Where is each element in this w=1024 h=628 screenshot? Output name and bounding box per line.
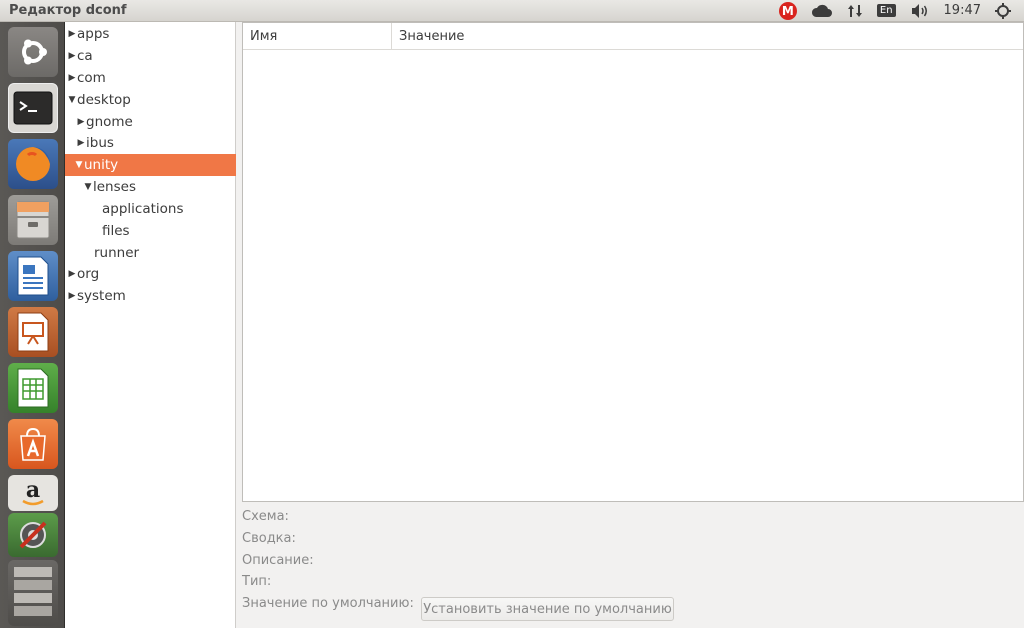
description-label: Описание:: [242, 552, 314, 568]
launcher-item-calc[interactable]: [8, 363, 58, 413]
tree-item-label: ibus: [86, 135, 114, 151]
tree-item-lenses[interactable]: ▼ lenses: [65, 176, 236, 198]
network-indicator[interactable]: [840, 0, 870, 22]
launcher-item-files[interactable]: [8, 195, 58, 245]
schema-tree: ▶ apps ▶ ca ▶ com ▼ desktop ▶ gnome ▶ ibus ▼ un…: [65, 22, 236, 628]
launcher-item-software-center[interactable]: [8, 419, 58, 469]
network-updown-icon: [847, 4, 862, 17]
sound-indicator[interactable]: [903, 0, 937, 22]
tree-item-runner[interactable]: runner: [65, 242, 236, 264]
mega-indicator[interactable]: M: [772, 0, 804, 22]
tree-item-label: gnome: [86, 114, 133, 130]
libreoffice-impress-icon: [17, 312, 49, 352]
tree-item-label: org: [77, 266, 100, 282]
launcher-item-trash[interactable]: [8, 560, 58, 626]
file-manager-icon: [16, 201, 50, 239]
tree-item-files[interactable]: files: [65, 220, 236, 242]
window-title: Редактор dconf: [9, 3, 127, 18]
tree-item-label: com: [77, 70, 106, 86]
expander-down-icon[interactable]: ▼: [74, 160, 84, 170]
trash-icon: [14, 567, 52, 616]
volume-icon: [911, 3, 927, 18]
column-header-name[interactable]: Имя: [243, 23, 392, 49]
tree-item-gnome[interactable]: ▶ gnome: [65, 111, 236, 133]
launcher-item-writer[interactable]: [8, 251, 58, 301]
firefox-icon: [16, 147, 50, 181]
schema-label: Схема:: [242, 508, 289, 524]
tree-item-org[interactable]: ▶ org: [65, 263, 236, 285]
ubuntu-dash-icon: [22, 39, 47, 65]
tree-item-com[interactable]: ▶ com: [65, 67, 236, 89]
tree-item-ibus[interactable]: ▶ ibus: [65, 132, 236, 154]
terminal-icon: [13, 91, 53, 125]
mega-icon: M: [778, 1, 797, 20]
amazon-icon: a: [22, 477, 44, 506]
keys-list[interactable]: Имя Значение: [242, 22, 1024, 502]
svg-text:a: a: [26, 477, 40, 503]
tree-item-apps[interactable]: ▶ apps: [65, 23, 236, 45]
cloud-indicator[interactable]: [804, 0, 840, 22]
expander-right-icon[interactable]: ▶: [76, 117, 86, 127]
tree-item-label: unity: [84, 157, 119, 173]
launcher-item-dash[interactable]: [8, 27, 58, 77]
tree-item-label: lenses: [93, 179, 136, 195]
tree-item-system[interactable]: ▶ system: [65, 285, 236, 307]
launcher-item-impress[interactable]: [8, 307, 58, 357]
software-center-icon: [20, 427, 46, 461]
expander-down-icon[interactable]: ▼: [67, 95, 77, 105]
expander-right-icon[interactable]: ▶: [76, 138, 86, 148]
tree-item-unity[interactable]: ▼ unity: [65, 154, 236, 176]
summary-label: Сводка:: [242, 530, 296, 546]
cloud-icon: [811, 4, 832, 17]
libreoffice-writer-icon: [17, 256, 49, 296]
clock-indicator[interactable]: 19:47: [937, 0, 988, 22]
tree-item-label: runner: [94, 245, 140, 261]
tree-item-desktop[interactable]: ▼ desktop: [65, 89, 236, 111]
clock-text: 19:47: [943, 3, 981, 18]
tree-item-label: files: [102, 223, 130, 239]
expander-right-icon[interactable]: ▶: [67, 51, 77, 61]
top-panel: Редактор dconf M En 19:47: [0, 0, 1024, 22]
launcher: a: [0, 22, 65, 628]
launcher-item-firefox[interactable]: [8, 139, 58, 189]
keyboard-indicator[interactable]: En: [870, 0, 903, 22]
gear-power-icon: [995, 2, 1011, 19]
system-tray: M En 19:47: [772, 0, 1024, 22]
set-default-button[interactable]: Установить значение по умолчанию: [421, 597, 674, 621]
tree-item-label: ca: [77, 48, 93, 64]
column-header-value[interactable]: Значение: [392, 23, 1023, 49]
keyboard-layout-icon: En: [876, 4, 896, 17]
expander-down-icon[interactable]: ▼: [83, 182, 93, 192]
libreoffice-calc-icon: [17, 368, 49, 408]
tree-item-ca[interactable]: ▶ ca: [65, 45, 236, 67]
launcher-item-settings[interactable]: [8, 513, 58, 557]
tree-item-applications[interactable]: applications: [65, 198, 236, 220]
type-label: Тип:: [242, 573, 272, 589]
launcher-item-terminal[interactable]: [8, 83, 58, 133]
launcher-item-amazon[interactable]: a: [8, 475, 58, 511]
session-indicator[interactable]: [988, 0, 1018, 22]
expander-right-icon[interactable]: ▶: [67, 29, 77, 39]
system-settings-icon: [19, 521, 47, 549]
expander-right-icon[interactable]: ▶: [67, 73, 77, 83]
tree-item-label: desktop: [77, 92, 131, 108]
tree-item-label: applications: [102, 201, 184, 217]
default-value-label: Значение по умолчанию:: [242, 595, 414, 611]
tree-item-label: apps: [77, 26, 110, 42]
expander-right-icon[interactable]: ▶: [67, 291, 77, 301]
list-header: Имя Значение: [243, 23, 1023, 50]
expander-right-icon[interactable]: ▶: [67, 269, 77, 279]
tree-item-label: system: [77, 288, 126, 304]
